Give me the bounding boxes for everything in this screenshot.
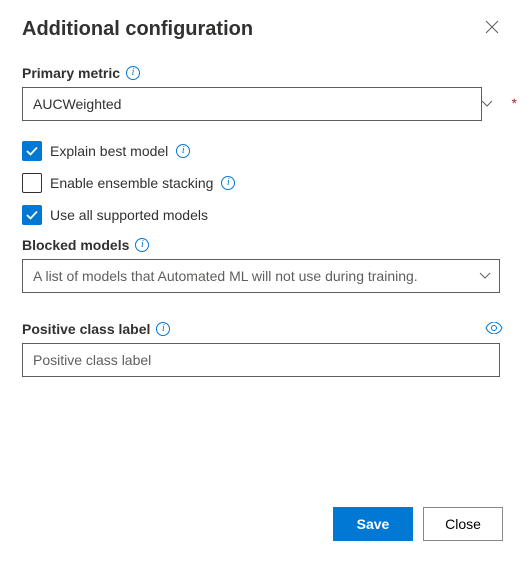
- save-button[interactable]: Save: [333, 507, 413, 541]
- enable-ensemble-stacking-label: Enable ensemble stacking: [50, 175, 213, 191]
- info-icon[interactable]: i: [126, 66, 140, 80]
- info-icon[interactable]: i: [135, 238, 149, 252]
- info-icon[interactable]: i: [176, 144, 190, 158]
- panel-title: Additional configuration: [22, 18, 253, 41]
- eye-icon[interactable]: [485, 321, 503, 337]
- primary-metric-value: AUCWeighted: [33, 96, 121, 112]
- use-all-supported-models-label: Use all supported models: [50, 207, 208, 223]
- explain-best-model-label: Explain best model: [50, 143, 168, 159]
- enable-ensemble-stacking-checkbox[interactable]: [22, 173, 42, 193]
- primary-metric-label-text: Primary metric: [22, 65, 120, 81]
- chevron-down-icon: [481, 100, 493, 108]
- info-icon[interactable]: i: [156, 322, 170, 336]
- blocked-models-label-text: Blocked models: [22, 237, 129, 253]
- positive-class-input[interactable]: [22, 343, 500, 377]
- close-icon[interactable]: [481, 18, 503, 40]
- explain-best-model-checkbox[interactable]: [22, 141, 42, 161]
- primary-metric-label: Primary metric i: [22, 65, 503, 81]
- required-indicator: *: [512, 95, 517, 111]
- info-icon[interactable]: i: [221, 176, 235, 190]
- blocked-models-placeholder: A list of models that Automated ML will …: [33, 268, 418, 284]
- close-button[interactable]: Close: [423, 507, 503, 541]
- primary-metric-select[interactable]: AUCWeighted: [22, 87, 482, 121]
- use-all-supported-models-checkbox[interactable]: [22, 205, 42, 225]
- positive-class-label-text: Positive class label: [22, 321, 150, 337]
- blocked-models-label: Blocked models i: [22, 237, 503, 253]
- positive-class-label: Positive class label i: [22, 321, 170, 337]
- blocked-models-select[interactable]: A list of models that Automated ML will …: [22, 259, 500, 293]
